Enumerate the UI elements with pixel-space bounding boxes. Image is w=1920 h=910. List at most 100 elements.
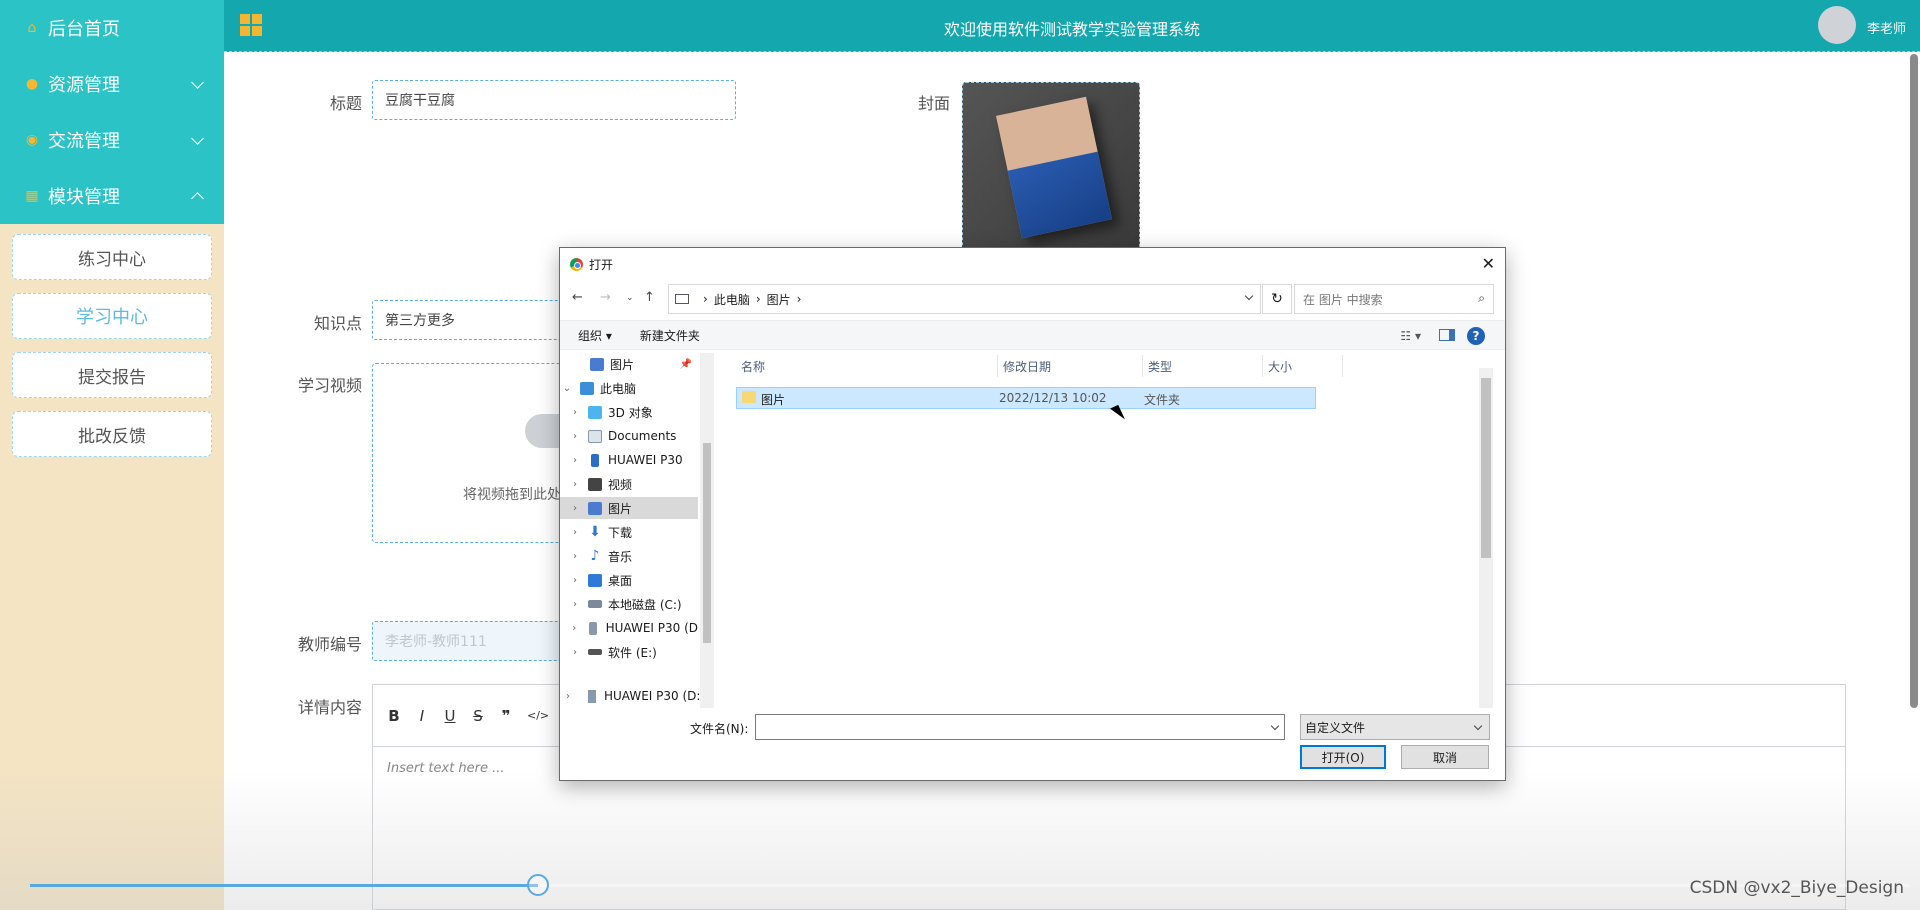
- breadcrumb-this-pc[interactable]: 此电脑: [714, 291, 750, 308]
- column-date[interactable]: 修改日期: [998, 355, 1143, 377]
- tree-item-pictures[interactable]: › 图片: [560, 497, 698, 519]
- location-icon: ●: [25, 76, 39, 92]
- back-arrow-icon[interactable]: ←: [572, 290, 583, 305]
- chevron-right-icon[interactable]: ›: [568, 623, 580, 634]
- tree-item-this-pc[interactable]: ⌄ 此电脑: [560, 377, 698, 399]
- cover-image[interactable]: [962, 82, 1140, 252]
- tree-item-desktop[interactable]: › 桌面: [560, 569, 698, 591]
- up-arrow-icon[interactable]: ↑: [644, 290, 655, 305]
- file-row[interactable]: 图片 2022/12/13 10:02 文件夹: [736, 387, 1316, 409]
- help-icon[interactable]: ?: [1467, 327, 1485, 345]
- address-bar[interactable]: › 此电脑 › 图片 ›: [668, 284, 1261, 314]
- chevron-down-icon: [191, 76, 204, 89]
- filename-row: 文件名(N): 自定义文件: [560, 714, 1505, 740]
- chevron-right-icon[interactable]: ›: [568, 575, 582, 586]
- grid-icon: ▦: [25, 188, 39, 204]
- view-options-icon[interactable]: ☷ ▾: [1400, 329, 1421, 343]
- chevron-right-icon[interactable]: ›: [568, 479, 582, 490]
- chevron-down-icon[interactable]: [1270, 721, 1280, 731]
- page-title: 欢迎使用软件测试教学实验管理系统: [943, 20, 1200, 39]
- chevron-right-icon[interactable]: ›: [568, 503, 582, 514]
- history-dropdown-icon[interactable]: ⌄: [626, 293, 634, 303]
- organize-button[interactable]: 组织 ▾: [578, 327, 612, 344]
- tree-item-drive-e[interactable]: › 软件 (E:): [560, 641, 698, 663]
- submenu-study-center[interactable]: 学习中心: [12, 293, 212, 339]
- close-icon[interactable]: ✕: [1482, 254, 1495, 273]
- submenu-feedback[interactable]: 批改反馈: [12, 411, 212, 457]
- sidebar-item-home[interactable]: ⌂ 后台首页: [0, 0, 224, 56]
- chevron-right-icon[interactable]: ›: [568, 551, 582, 562]
- tree-item-downloads[interactable]: › ⬇ 下载: [560, 521, 698, 543]
- drive-icon: [588, 649, 602, 655]
- column-name[interactable]: 名称: [736, 355, 998, 377]
- sidebar-item-label: 交流管理: [48, 131, 120, 152]
- column-type[interactable]: 类型: [1143, 355, 1263, 377]
- code-icon[interactable]: </>: [527, 709, 549, 722]
- tree-item-music[interactable]: › ♪ 音乐: [560, 545, 698, 567]
- video-progress-fill: [30, 884, 538, 887]
- sidebar-item-label: 后台首页: [48, 19, 120, 40]
- tree-item-huawei-d[interactable]: › HUAWEI P30 (D: [560, 617, 698, 639]
- underline-icon[interactable]: U: [443, 707, 457, 725]
- open-button[interactable]: 打开(O): [1300, 745, 1386, 769]
- video-label: 学习视频: [297, 376, 362, 395]
- refresh-icon[interactable]: ↻: [1262, 284, 1292, 314]
- chevron-right-icon[interactable]: ›: [568, 527, 582, 538]
- pictures-icon: [588, 501, 602, 515]
- expanded-chevron-icon[interactable]: ⌄: [560, 383, 574, 394]
- sidebar-item-label: 模块管理: [48, 187, 120, 208]
- italic-icon[interactable]: I: [415, 707, 429, 725]
- search-input[interactable]: 在 图片 中搜索 ⌕: [1294, 284, 1494, 314]
- submenu-practice-center[interactable]: 练习中心: [12, 234, 212, 280]
- chevron-right-icon[interactable]: ›: [568, 647, 582, 658]
- submenu-submit-report[interactable]: 提交报告: [12, 352, 212, 398]
- chevron-down-icon: [1473, 721, 1483, 731]
- quote-icon[interactable]: ❞: [499, 707, 513, 725]
- tree-scrollbar[interactable]: [700, 353, 714, 708]
- cancel-button[interactable]: 取消: [1401, 745, 1489, 769]
- preview-pane-icon[interactable]: [1439, 329, 1455, 341]
- chevron-right-icon[interactable]: ›: [568, 407, 582, 418]
- video-progress-knob[interactable]: [527, 874, 549, 896]
- tree-item-drive-c[interactable]: › 本地磁盘 (C:): [560, 593, 698, 615]
- column-size[interactable]: 大小: [1263, 355, 1343, 377]
- tree-item-videos[interactable]: › 视频: [560, 473, 698, 495]
- user-name[interactable]: 李老师: [1867, 18, 1906, 37]
- chevron-right-icon[interactable]: ›: [568, 455, 582, 466]
- phone-icon: [588, 689, 596, 703]
- file-open-dialog: 打开 ✕ ← → ⌄ ↑ › 此电脑 › 图片 › ↻ 在 图片 中搜索 ⌕ 组…: [559, 247, 1506, 781]
- pictures-folder-icon: [675, 294, 689, 304]
- chevron-right-icon[interactable]: ›: [568, 599, 582, 610]
- breadcrumb-pictures[interactable]: 图片: [767, 291, 791, 308]
- phone-icon: [589, 621, 597, 635]
- home-icon: ⌂: [27, 20, 37, 36]
- tree-item-pictures-pinned[interactable]: 图片 📌: [560, 353, 698, 375]
- sidebar-item-communication[interactable]: ◉ 交流管理: [0, 112, 224, 168]
- knowledge-input[interactable]: 第三方更多: [372, 300, 572, 340]
- phone-icon: [591, 453, 599, 467]
- chrome-icon: [570, 257, 583, 271]
- document-icon: [588, 429, 602, 443]
- sidebar-item-resources[interactable]: ● 资源管理: [0, 56, 224, 112]
- tree-item-3d-objects[interactable]: › 3D 对象: [560, 401, 698, 423]
- dialog-titlebar: 打开 ✕: [560, 248, 1505, 280]
- tree-item-documents[interactable]: › Documents: [560, 425, 698, 447]
- chevron-right-icon[interactable]: ›: [568, 431, 582, 442]
- address-dropdown-icon[interactable]: [1244, 291, 1254, 301]
- title-input[interactable]: 豆腐干豆腐: [372, 80, 736, 120]
- strikethrough-icon[interactable]: S: [471, 707, 485, 725]
- filename-input[interactable]: [755, 714, 1285, 740]
- new-folder-button[interactable]: 新建文件夹: [640, 327, 700, 344]
- tree-item-huawei[interactable]: › HUAWEI P30: [560, 449, 698, 471]
- filetype-select[interactable]: 自定义文件: [1300, 714, 1490, 740]
- bold-icon[interactable]: B: [387, 707, 401, 725]
- avatar[interactable]: [1818, 6, 1856, 44]
- desktop-icon: [588, 573, 602, 587]
- forward-arrow-icon[interactable]: →: [600, 290, 611, 305]
- tree-item-huawei-bottom[interactable]: › HUAWEI P30 (D:: [560, 684, 714, 708]
- sidebar-item-modules[interactable]: ▦ 模块管理: [0, 168, 224, 224]
- chevron-right-icon[interactable]: ›: [566, 691, 580, 702]
- page-scrollbar[interactable]: [1910, 54, 1918, 708]
- file-list-scrollbar[interactable]: [1479, 368, 1493, 708]
- top-header: 欢迎使用软件测试教学实验管理系统 李老师: [224, 0, 1920, 52]
